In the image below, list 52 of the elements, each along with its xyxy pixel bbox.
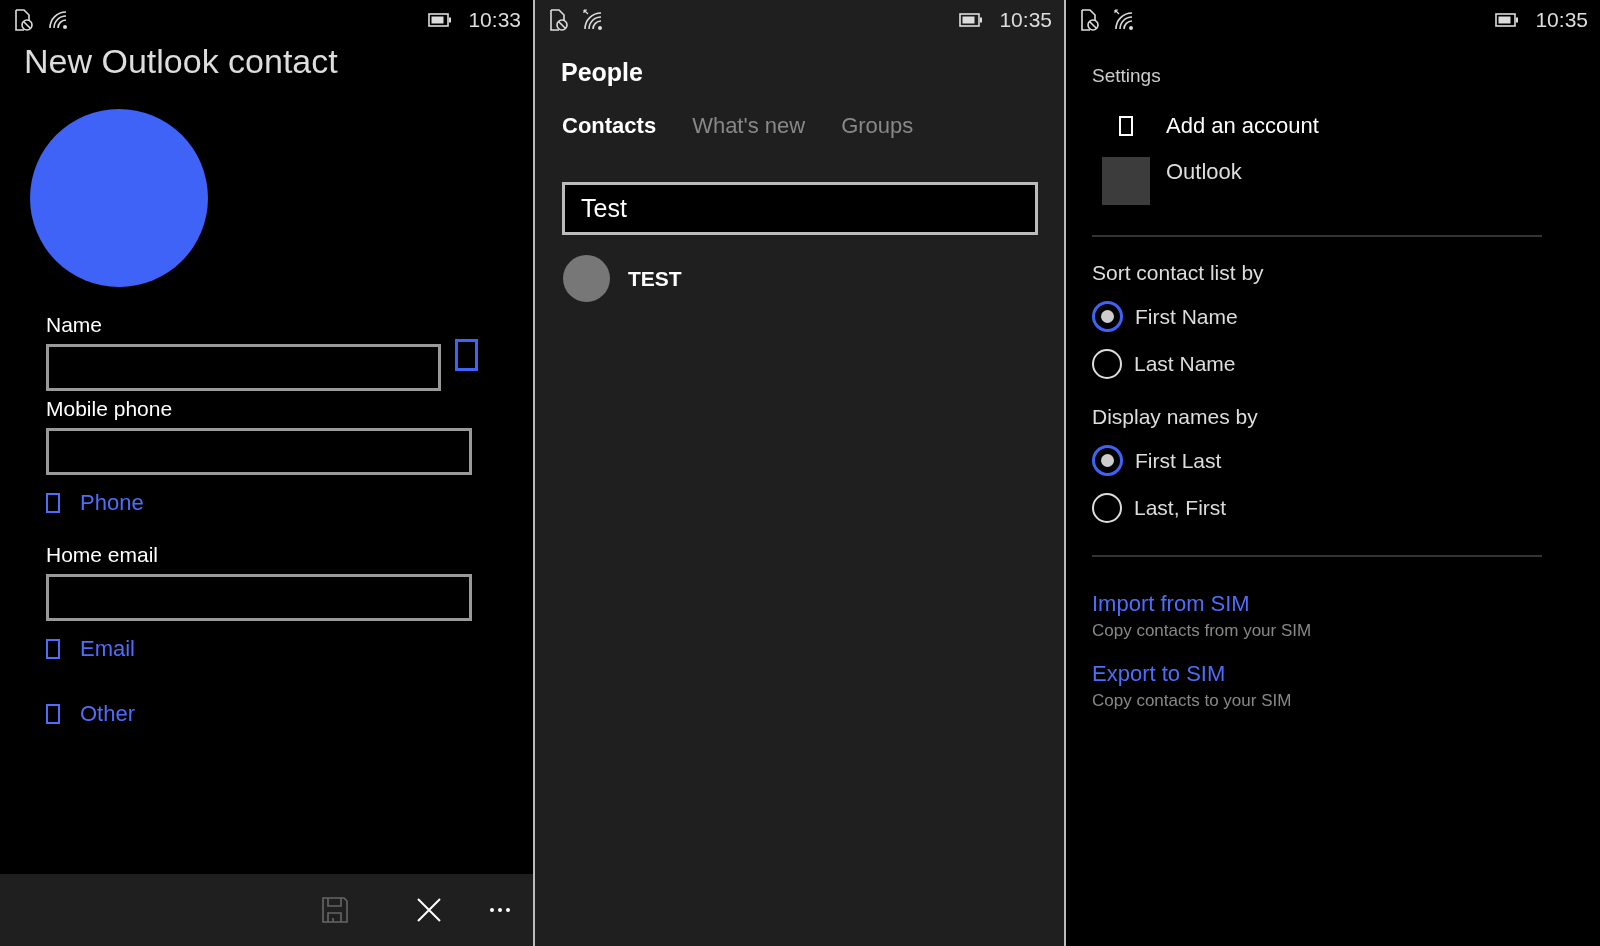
account-item[interactable]: Add an account (1166, 113, 1319, 139)
search-field[interactable]: Test (562, 182, 1038, 235)
status-time: 10:35 (1535, 8, 1588, 32)
square-icon (46, 704, 60, 724)
tab[interactable]: Groups (841, 113, 914, 139)
add-link[interactable]: Other (46, 692, 136, 736)
page-title: Settings (1091, 64, 1162, 87)
square-icon (1119, 116, 1133, 136)
tab[interactable]: What's new (692, 113, 806, 139)
app-title: People (560, 57, 644, 87)
group-title: Sort contact list by (1092, 261, 1265, 285)
no-sim-icon (549, 9, 569, 31)
action-link[interactable]: Export to SIM (1092, 661, 1226, 687)
radio-button[interactable] (1092, 445, 1123, 476)
close-icon[interactable] (417, 898, 441, 922)
battery-icon (428, 13, 453, 27)
input-field[interactable] (46, 574, 472, 621)
status-time: 10:35 (999, 8, 1052, 32)
wifi-icon (48, 10, 70, 30)
radio-label[interactable]: First Last (1135, 448, 1222, 473)
input-field[interactable] (46, 344, 441, 391)
tab[interactable]: Contacts (562, 113, 657, 139)
account-tile (1102, 157, 1150, 205)
square-icon (46, 639, 60, 659)
link-description: Copy contacts to your SIM (1092, 691, 1293, 711)
radio-label[interactable]: First Name (1135, 304, 1238, 329)
page-title: New Outlook contact (23, 41, 339, 81)
field-label: Home email (46, 543, 160, 567)
square-icon[interactable] (455, 339, 478, 371)
radio-label[interactable]: Last Name (1134, 351, 1236, 376)
more-icon[interactable] (489, 907, 511, 913)
avatar-circle (563, 255, 610, 302)
wifi-icon (1114, 9, 1136, 31)
field-label: Name (46, 313, 104, 337)
radio-button[interactable] (1092, 301, 1123, 332)
link-description: Copy contacts from your SIM (1092, 621, 1313, 641)
add-link[interactable]: Phone (46, 481, 144, 525)
battery-icon (959, 13, 984, 27)
no-sim-icon (14, 9, 34, 31)
field-label: Mobile phone (46, 397, 174, 421)
no-sim-icon (1080, 9, 1100, 31)
battery-icon (1495, 13, 1520, 27)
wifi-icon (583, 9, 605, 31)
square-icon (46, 493, 60, 513)
contact-name[interactable]: TEST (628, 266, 682, 291)
status-time: 10:33 (468, 8, 521, 32)
account-item[interactable]: Outlook (1166, 159, 1242, 185)
input-field[interactable] (46, 428, 472, 475)
action-link[interactable]: Import from SIM (1092, 591, 1250, 617)
add-link[interactable]: Email (46, 627, 135, 671)
radio-label[interactable]: Last, First (1134, 495, 1227, 520)
group-title: Display names by (1092, 405, 1259, 429)
